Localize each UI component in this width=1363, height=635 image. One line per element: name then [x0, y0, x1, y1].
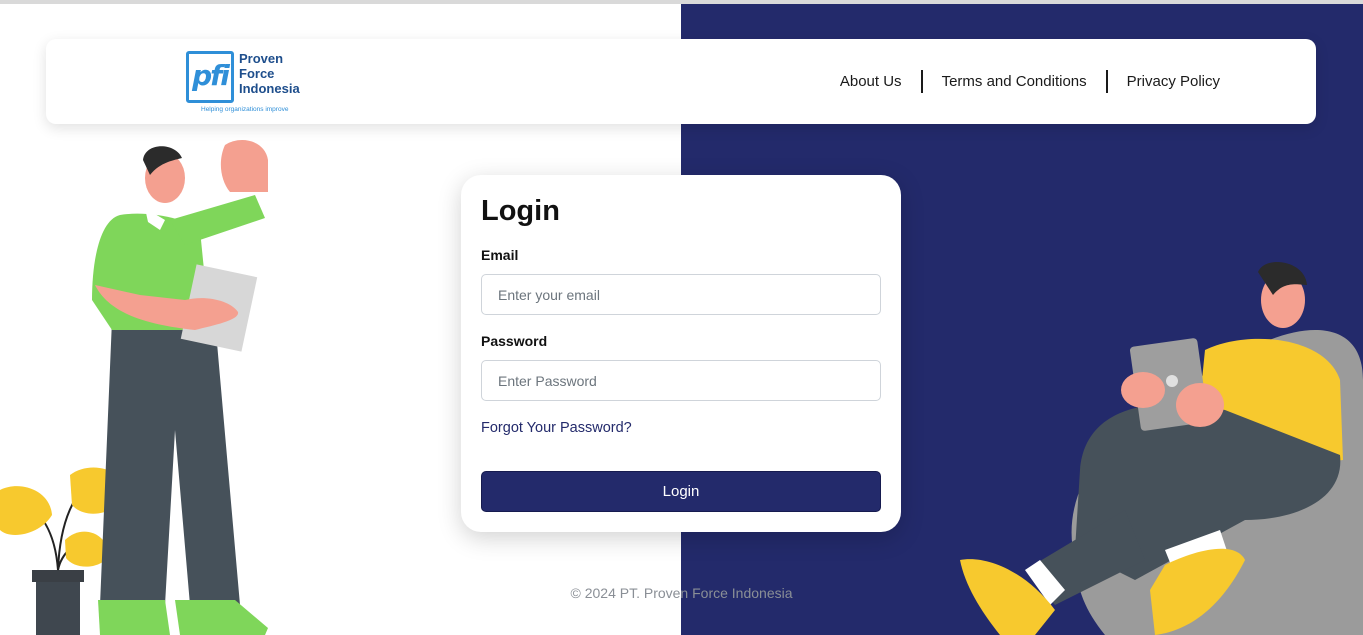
nav-privacy-policy[interactable]: Privacy Policy: [1108, 71, 1220, 93]
pfi-logo-icon: pfi: [186, 51, 234, 103]
nav-terms-and-conditions[interactable]: Terms and Conditions: [923, 71, 1106, 93]
brand-name-line-2: Force: [239, 66, 275, 81]
password-label: Password: [481, 333, 548, 349]
forgot-password-link[interactable]: Forgot Your Password?: [481, 420, 632, 436]
illustration-standing-man: [0, 140, 268, 635]
login-card: Login Email Password Forgot Your Passwor…: [461, 175, 901, 532]
login-title: Login: [481, 195, 560, 227]
brand-tagline: Helping organizations improve: [201, 106, 289, 113]
illustration-sitting-man: [960, 262, 1363, 635]
brand-name-line-1: Proven: [239, 51, 284, 66]
email-label: Email: [481, 247, 519, 263]
brand-name: Proven Force Indonesia: [239, 51, 300, 96]
brand-logo[interactable]: pfi Proven Force Indonesia Helping organ…: [186, 51, 326, 113]
footer-copyright: © 2024 PT. Proven Force Indonesia: [570, 585, 793, 601]
nav-about-us[interactable]: About Us: [821, 71, 921, 93]
login-button[interactable]: Login: [481, 471, 881, 512]
nav-links: About Us Terms and Conditions Privacy Po…: [821, 70, 1220, 93]
top-navbar: pfi Proven Force Indonesia Helping organ…: [46, 39, 1316, 124]
brand-name-line-3: Indonesia: [239, 81, 300, 96]
email-input[interactable]: [481, 274, 881, 315]
password-input[interactable]: [481, 360, 881, 401]
